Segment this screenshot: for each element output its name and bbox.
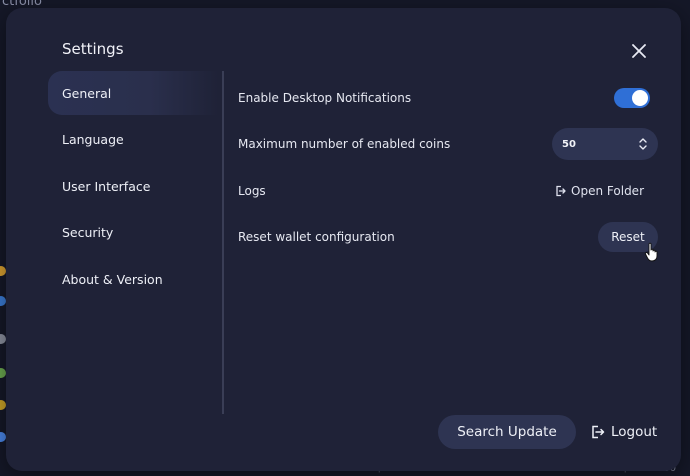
notifications-row: Enable Desktop Notifications (238, 80, 658, 116)
search-update-button[interactable]: Search Update (438, 415, 576, 449)
chevron-up-down-icon (639, 138, 647, 150)
sidebar-item-security[interactable]: Security (48, 211, 218, 255)
sidebar-item-label: Language (62, 132, 124, 147)
notifications-label: Enable Desktop Notifications (238, 91, 412, 105)
logout-button[interactable]: Logout (591, 422, 657, 442)
logout-icon (592, 425, 605, 439)
sidebar-item-label: Security (62, 225, 114, 240)
sidebar-item-language[interactable]: Language (48, 118, 218, 162)
toggle-knob (632, 90, 648, 106)
sidebar-divider (222, 71, 224, 414)
max-coins-row: Maximum number of enabled coins 50 (238, 126, 658, 162)
max-coins-select[interactable]: 50 (552, 128, 658, 160)
sidebar-item-about-version[interactable]: About & Version (48, 257, 218, 301)
sidebar-item-user-interface[interactable]: User Interface (48, 164, 218, 208)
settings-modal: Settings General Language User Interface… (6, 8, 681, 471)
logs-row: Logs Open Folder (238, 173, 658, 209)
modal-title: Settings (62, 40, 124, 58)
logout-label: Logout (611, 424, 658, 440)
open-folder-label: Open Folder (571, 184, 644, 198)
max-coins-label: Maximum number of enabled coins (238, 137, 451, 151)
close-icon (632, 44, 646, 58)
sidebar-item-label: About & Version (62, 271, 163, 287)
search-update-label: Search Update (457, 424, 557, 440)
max-coins-value: 50 (562, 138, 576, 150)
sidebar-item-general[interactable]: General (48, 71, 218, 115)
reset-label: Reset wallet configuration (238, 230, 395, 244)
settings-sidebar: General Language User Interface Security… (48, 71, 218, 304)
close-button[interactable] (628, 40, 650, 62)
open-external-icon (556, 185, 566, 197)
logs-label: Logs (238, 184, 266, 198)
reset-button[interactable]: Reset (598, 222, 658, 262)
sidebar-item-label: General (62, 85, 112, 101)
reset-row: Reset wallet configuration Reset (238, 219, 658, 262)
open-folder-button[interactable]: Open Folder (555, 184, 644, 198)
sidebar-item-label: User Interface (62, 178, 151, 194)
hand-cursor-icon (644, 242, 658, 262)
reset-button-label: Reset (611, 230, 645, 244)
notifications-toggle[interactable] (614, 88, 650, 108)
